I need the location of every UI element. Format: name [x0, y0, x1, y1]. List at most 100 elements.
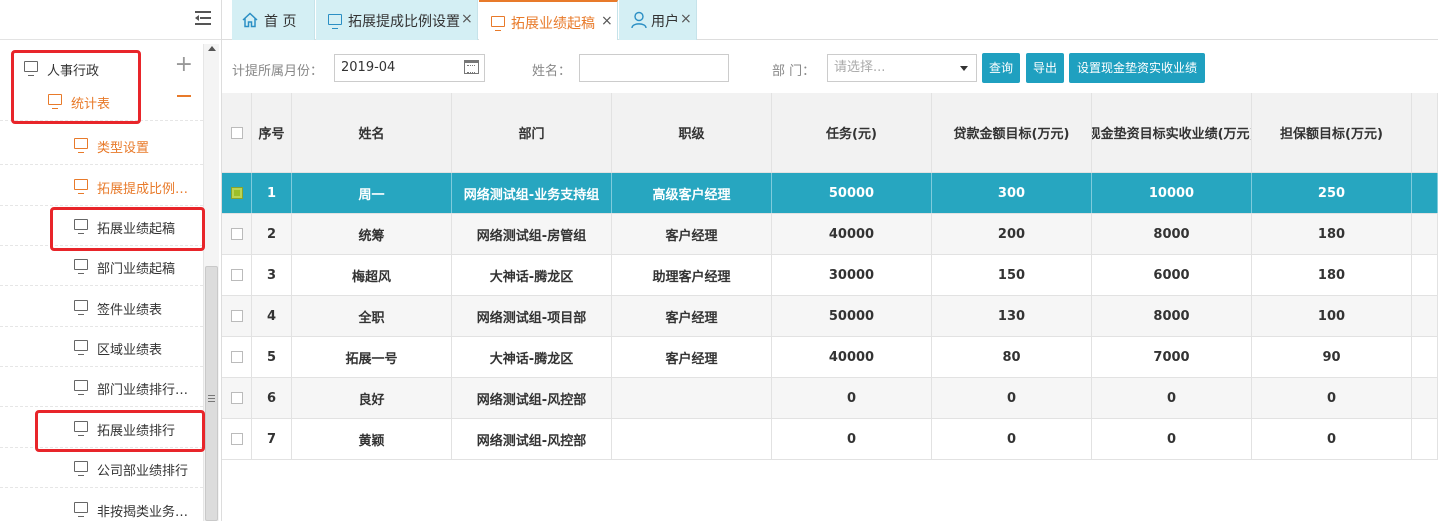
- table-cell: 4: [252, 296, 292, 336]
- row-checkbox[interactable]: [230, 228, 243, 240]
- table-cell: 250: [1252, 173, 1412, 213]
- table-cell: 客户经理: [612, 214, 772, 254]
- table-cell: 黄颖: [292, 419, 452, 459]
- filter-bar: 计提所属月份： 2019-04 姓名： 部 门： 请选择... 查询 导出 设置…: [222, 41, 1438, 93]
- sidebar-item[interactable]: 公司部业绩排行: [0, 448, 203, 488]
- table-cell: [612, 378, 772, 418]
- column-header[interactable]: 担保额目标(万元): [1252, 93, 1412, 172]
- table-cell: 7000: [1092, 337, 1252, 377]
- sidebar-item-label: 拓展业绩排行: [97, 424, 176, 439]
- monitor-icon: [74, 380, 88, 395]
- table-header: 序号 姓名 部门 职级 任务(元) 贷款金额目标(万元) 现金垫资目标实收业绩(万元) 担保额…: [222, 93, 1438, 173]
- month-input[interactable]: 2019-04: [334, 54, 485, 82]
- scroll-up-icon[interactable]: [208, 46, 216, 51]
- table-cell: 0: [772, 419, 932, 459]
- tab-bar: 首 页拓展提成比例设置 × 拓展业绩起稿 × 用户 ×: [222, 0, 1438, 40]
- row-checkbox[interactable]: [230, 310, 243, 322]
- table-cell: 180: [1252, 214, 1412, 254]
- scrollbar-thumb[interactable]: [205, 266, 218, 521]
- column-header[interactable]: 部门: [452, 93, 612, 172]
- table-row[interactable]: 4 全职 网络测试组-项目部 客户经理 50000 130 8000 100: [222, 296, 1438, 337]
- table-cell: 40000: [772, 214, 932, 254]
- sidebar-scrollbar[interactable]: [203, 44, 219, 521]
- table-cell: 0: [1092, 378, 1252, 418]
- monitor-icon: [74, 219, 88, 234]
- name-input[interactable]: [579, 54, 729, 82]
- table-cell: 6000: [1092, 255, 1252, 295]
- table-cell: 3: [252, 255, 292, 295]
- collapse-icon[interactable]: [177, 95, 191, 97]
- column-header[interactable]: 现金垫资目标实收业绩(万元): [1092, 93, 1252, 172]
- sidebar-item[interactable]: 拓展提成比例设置: [0, 166, 203, 206]
- table-cell: 7: [252, 419, 292, 459]
- select-all-checkbox[interactable]: [230, 126, 243, 139]
- column-header[interactable]: 序号: [252, 93, 292, 172]
- table-row[interactable]: 7 黄颖 网络测试组-风控部 0 0 0 0: [222, 419, 1438, 460]
- table-cell: 客户经理: [612, 337, 772, 377]
- row-select-cell: [222, 214, 252, 254]
- table-cell: 1: [252, 173, 292, 213]
- table-row[interactable]: 6 良好 网络测试组-风控部 0 0 0 0: [222, 378, 1438, 419]
- month-value: 2019-04: [341, 60, 396, 75]
- table-row[interactable]: 2 统筹 网络测试组-房管组 客户经理 40000 200 8000 180: [222, 214, 1438, 255]
- export-button[interactable]: 导出: [1026, 53, 1064, 83]
- row-checkbox[interactable]: [230, 433, 243, 445]
- tab[interactable]: 拓展业绩起稿 ×: [479, 0, 618, 40]
- sidebar-item[interactable]: 类型设置: [0, 125, 203, 165]
- tab[interactable]: 用户 ×: [619, 0, 697, 40]
- sidebar-item-label: 签件业绩表: [97, 303, 163, 318]
- row-checkbox[interactable]: [230, 187, 243, 199]
- sidebar-item[interactable]: 非按揭类业务统计: [0, 489, 203, 521]
- column-header[interactable]: 贷款金额目标(万元): [932, 93, 1092, 172]
- sidebar-item-label: 拓展提成比例设置: [97, 182, 190, 197]
- close-icon[interactable]: ×: [601, 13, 613, 29]
- table-row[interactable]: 5 拓展一号 大神话-腾龙区 客户经理 40000 80 7000 90: [222, 337, 1438, 378]
- row-filler: [1412, 419, 1438, 459]
- tab[interactable]: 拓展提成比例设置 ×: [316, 0, 478, 40]
- dept-select[interactable]: 请选择...: [827, 54, 977, 82]
- collapse-sidebar-icon[interactable]: [193, 9, 215, 29]
- close-icon[interactable]: ×: [680, 11, 692, 27]
- dept-label: 部 门：: [772, 64, 816, 79]
- sidebar-item[interactable]: 区域业绩表: [0, 327, 203, 367]
- sidebar-item-label: 区域业绩表: [97, 343, 163, 358]
- sidebar-item[interactable]: 统计表: [0, 81, 203, 121]
- table-cell: 2: [252, 214, 292, 254]
- sidebar-item[interactable]: 部门业绩排行(部门): [0, 367, 203, 407]
- table-cell: 大神话-腾龙区: [452, 337, 612, 377]
- sidebar-item[interactable]: 部门业绩起稿: [0, 246, 203, 286]
- row-checkbox[interactable]: [230, 269, 243, 281]
- header-filler: [1412, 93, 1438, 172]
- sidebar-item[interactable]: 拓展业绩起稿: [0, 206, 203, 246]
- column-header[interactable]: 任务(元): [772, 93, 932, 172]
- calendar-icon[interactable]: [464, 60, 479, 74]
- row-select-cell: [222, 419, 252, 459]
- row-checkbox[interactable]: [230, 351, 243, 363]
- sidebar-item-label: 人事行政: [47, 64, 100, 79]
- expand-icon[interactable]: +: [175, 54, 193, 76]
- table-cell: 网络测试组-风控部: [452, 378, 612, 418]
- sidebar-item[interactable]: 拓展业绩排行: [0, 408, 203, 448]
- table-row[interactable]: 1 周一 网络测试组-业务支持组 高级客户经理 50000 300 10000 250: [222, 173, 1438, 214]
- sidebar-item[interactable]: 签件业绩表: [0, 287, 203, 327]
- table-cell: 网络测试组-房管组: [452, 214, 612, 254]
- table-cell: 50000: [772, 296, 932, 336]
- row-filler: [1412, 214, 1438, 254]
- close-icon[interactable]: ×: [461, 11, 473, 27]
- table-cell: [612, 419, 772, 459]
- query-button[interactable]: 查询: [982, 53, 1020, 83]
- row-select-cell: [222, 173, 252, 213]
- set-cash-performance-button[interactable]: 设置现金垫资实收业绩: [1069, 53, 1205, 83]
- table-cell: 良好: [292, 378, 452, 418]
- table-cell: 10000: [1092, 173, 1252, 213]
- table-row[interactable]: 3 梅超风 大神话-腾龙区 助理客户经理 30000 150 6000 180: [222, 255, 1438, 296]
- table-cell: 高级客户经理: [612, 173, 772, 213]
- monitor-icon: [74, 259, 88, 274]
- table-cell: 拓展一号: [292, 337, 452, 377]
- column-header[interactable]: 职级: [612, 93, 772, 172]
- row-checkbox[interactable]: [230, 392, 243, 404]
- column-header[interactable]: 姓名: [292, 93, 452, 172]
- table-cell: 0: [932, 378, 1092, 418]
- table-cell: 网络测试组-项目部: [452, 296, 612, 336]
- tab[interactable]: 首 页: [232, 0, 315, 40]
